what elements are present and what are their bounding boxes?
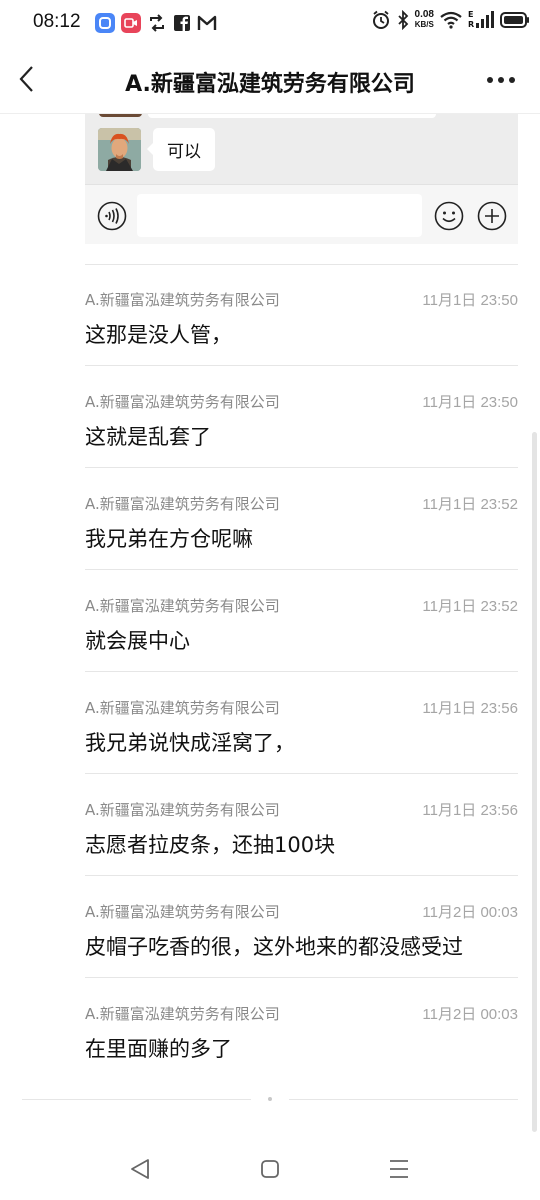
message-list: A.新疆富泓建筑劳务有限公司 11月1日 23:50 这那是没人管， A.新疆富… xyxy=(85,264,518,1080)
message-sender: A.新疆富泓建筑劳务有限公司 xyxy=(85,597,280,615)
notification-icons xyxy=(95,13,217,33)
back-arrow-icon[interactable] xyxy=(14,64,44,94)
message-time: 11月1日 23:52 xyxy=(422,496,518,513)
video-app-icon xyxy=(121,13,141,33)
nav-back-icon[interactable] xyxy=(126,1154,156,1184)
status-time: 08:12 xyxy=(33,11,81,32)
list-item[interactable]: A.新疆富泓建筑劳务有限公司 11月1日 23:56 我兄弟说快成淫窝了， xyxy=(85,672,518,774)
message-text: 我兄弟说快成淫窝了， xyxy=(85,731,295,755)
message-text: 我兄弟在方仓呢嘛 xyxy=(85,527,253,551)
signal-label-top: E xyxy=(468,10,474,19)
message-sender: A.新疆富泓建筑劳务有限公司 xyxy=(85,291,280,309)
preview-bubble-partial xyxy=(148,114,436,118)
message-time: 11月1日 23:56 xyxy=(422,700,518,717)
chat-preview: 可以 xyxy=(85,114,518,244)
network-speed-unit: KB/S xyxy=(414,20,434,29)
network-speed-value: 0.08 xyxy=(414,9,434,20)
list-item[interactable]: A.新疆富泓建筑劳务有限公司 11月1日 23:50 这那是没人管， xyxy=(85,264,518,366)
end-divider-dot xyxy=(268,1097,272,1101)
message-sender: A.新疆富泓建筑劳务有限公司 xyxy=(85,1005,280,1023)
list-item[interactable]: A.新疆富泓建筑劳务有限公司 11月1日 23:56 志愿者拉皮条，还抽100块 xyxy=(85,774,518,876)
system-navigation-bar xyxy=(0,1140,540,1200)
gmail-icon xyxy=(197,15,217,30)
status-bar: 08:12 0.08 KB/S E R xyxy=(0,0,540,46)
page-title: A.新疆富泓建筑劳务有限公司 xyxy=(125,72,415,97)
list-item[interactable]: A.新疆富泓建筑劳务有限公司 11月2日 00:03 皮帽子吃香的很，这外地来的… xyxy=(85,876,518,978)
app-icon-blue xyxy=(95,13,115,33)
message-sender: A.新疆富泓建筑劳务有限公司 xyxy=(85,393,280,411)
list-item[interactable]: A.新疆富泓建筑劳务有限公司 11月1日 23:52 就会展中心 xyxy=(85,570,518,672)
message-text: 皮帽子吃香的很，这外地来的都没感受过 xyxy=(85,935,463,959)
message-time: 11月1日 23:50 xyxy=(422,292,518,309)
list-item[interactable]: A.新疆富泓建筑劳务有限公司 11月1日 23:52 我兄弟在方仓呢嘛 xyxy=(85,468,518,570)
emoji-icon[interactable] xyxy=(434,201,464,231)
message-text: 志愿者拉皮条，还抽100块 xyxy=(85,833,336,857)
message-time: 11月1日 23:56 xyxy=(422,802,518,819)
nav-menu-icon[interactable] xyxy=(384,1154,414,1184)
message-text: 就会展中心 xyxy=(85,629,190,653)
plus-icon[interactable] xyxy=(477,201,507,231)
voice-input-icon[interactable] xyxy=(97,201,127,231)
network-speed: 0.08 KB/S xyxy=(415,10,434,30)
end-divider-left xyxy=(22,1099,251,1100)
message-text: 这就是乱套了 xyxy=(85,425,211,449)
preview-message-bubble[interactable]: 可以 xyxy=(147,128,215,171)
more-options-icon[interactable] xyxy=(486,68,516,92)
bluetooth-icon xyxy=(397,10,408,30)
message-text: 在里面赚的多了 xyxy=(85,1037,232,1061)
chat-header: A.新疆富泓建筑劳务有限公司 xyxy=(0,46,540,114)
retweet-icon xyxy=(150,14,164,32)
message-sender: A.新疆富泓建筑劳务有限公司 xyxy=(85,903,280,921)
signal-icon: E R xyxy=(468,10,494,30)
list-item[interactable]: A.新疆富泓建筑劳务有限公司 11月2日 00:03 在里面赚的多了 xyxy=(85,978,518,1080)
message-sender: A.新疆富泓建筑劳务有限公司 xyxy=(85,699,280,717)
message-sender: A.新疆富泓建筑劳务有限公司 xyxy=(85,801,280,819)
message-sender: A.新疆富泓建筑劳务有限公司 xyxy=(85,495,280,513)
alarm-icon xyxy=(372,10,389,29)
message-input[interactable] xyxy=(137,194,422,237)
preview-message-text: 可以 xyxy=(167,142,201,162)
preview-avatar-partial xyxy=(99,114,142,117)
message-time: 11月2日 00:03 xyxy=(422,904,518,921)
nav-home-icon[interactable] xyxy=(255,1154,285,1184)
signal-label-bottom: R xyxy=(468,20,475,29)
message-time: 11月1日 23:50 xyxy=(422,394,518,411)
list-item[interactable]: A.新疆富泓建筑劳务有限公司 11月1日 23:50 这就是乱套了 xyxy=(85,366,518,468)
system-icons: 0.08 KB/S E R xyxy=(371,10,530,30)
preview-input-bar xyxy=(85,184,518,244)
facebook-icon xyxy=(174,15,190,31)
message-text: 这那是没人管， xyxy=(85,323,232,347)
battery-icon xyxy=(500,12,529,28)
wifi-icon xyxy=(440,11,462,29)
message-time: 11月1日 23:52 xyxy=(422,598,518,615)
scrollbar[interactable] xyxy=(532,432,537,1132)
message-time: 11月2日 00:03 xyxy=(422,1006,518,1023)
avatar xyxy=(98,128,141,171)
end-divider-right xyxy=(289,1099,518,1100)
